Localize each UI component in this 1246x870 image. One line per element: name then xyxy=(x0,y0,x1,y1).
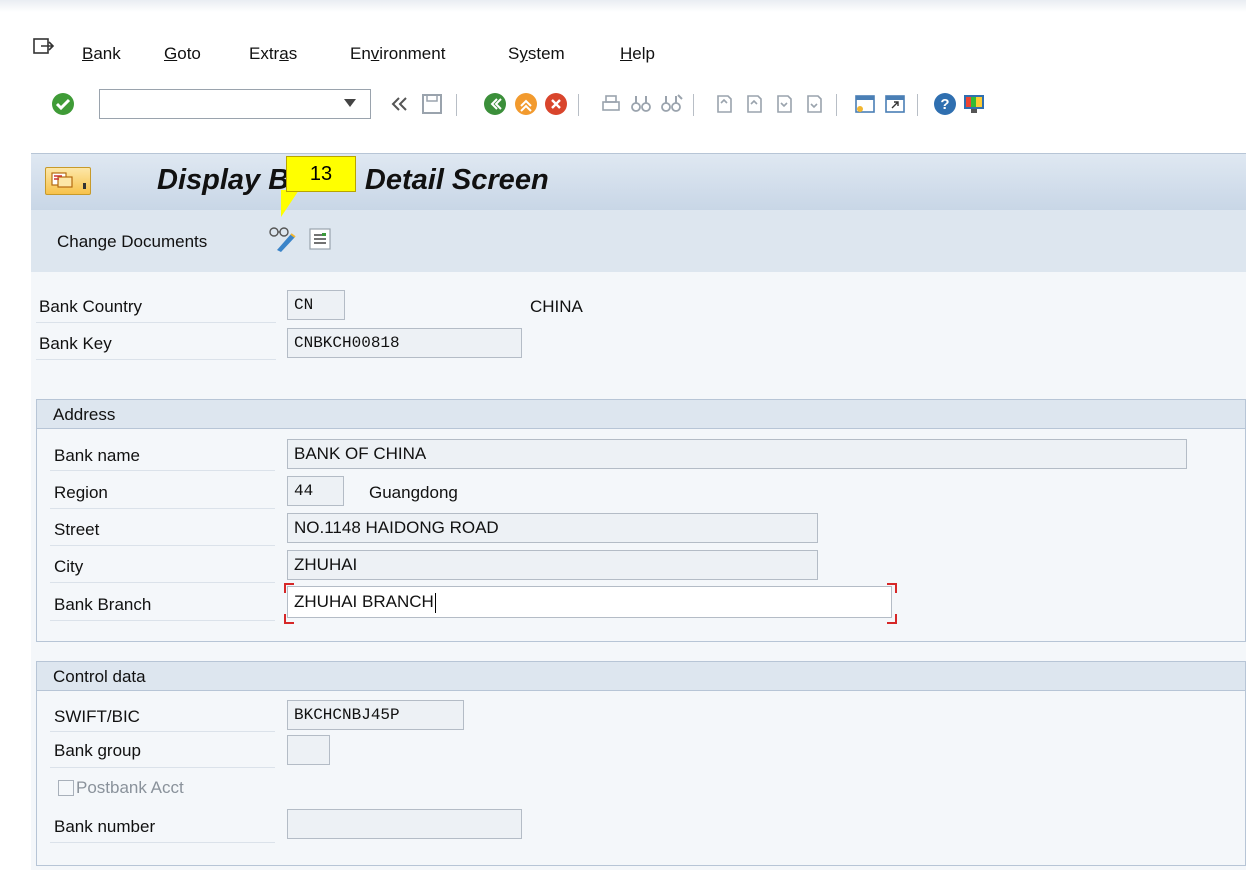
postbank-acct-label: Postbank Acct xyxy=(76,778,184,797)
command-field[interactable] xyxy=(99,89,371,119)
save-icon[interactable] xyxy=(419,91,445,117)
bank-branch-label: Bank Branch xyxy=(54,595,152,614)
bank-name-field[interactable]: BANK OF CHINA xyxy=(287,439,1187,469)
row-divider xyxy=(36,359,276,360)
text-cursor xyxy=(434,592,436,613)
command-dropdown-icon[interactable] xyxy=(344,99,356,107)
bank-branch-field[interactable]: ZHUHAI BRANCH xyxy=(287,586,892,618)
find-next-icon[interactable] xyxy=(658,91,684,117)
svg-text:?: ? xyxy=(940,96,949,113)
row-divider xyxy=(50,620,275,621)
chevron-down-icon xyxy=(83,183,86,189)
step-callout: 13 xyxy=(286,156,356,192)
row-divider xyxy=(50,508,275,509)
cancel-icon[interactable] xyxy=(543,91,569,117)
swift-bic-label: SWIFT/BIC xyxy=(54,707,140,726)
control-data-title: Control data xyxy=(53,667,146,686)
control-data-header: Control data xyxy=(37,662,1245,691)
callout-pointer xyxy=(281,190,299,217)
bank-branch-value: ZHUHAI BRANCH xyxy=(294,592,434,611)
postbank-acct-checkbox[interactable] xyxy=(58,780,74,796)
separator xyxy=(917,94,918,116)
menu-extras[interactable]: Extras xyxy=(249,44,297,64)
find-icon[interactable] xyxy=(628,91,654,117)
menu-bank[interactable]: Bank xyxy=(82,44,121,64)
bank-group-field[interactable] xyxy=(287,735,330,765)
region-field[interactable]: 44 xyxy=(287,476,344,506)
change-documents-button[interactable]: Change Documents xyxy=(57,232,207,252)
menu-bar: Bank Goto Extras Environment System Help xyxy=(0,30,1246,66)
region-name: Guangdong xyxy=(369,483,458,502)
row-divider xyxy=(36,322,276,323)
details-list-icon[interactable] xyxy=(308,228,332,250)
bank-number-field[interactable] xyxy=(287,809,522,839)
street-label: Street xyxy=(54,520,100,539)
focus-corner xyxy=(284,614,294,624)
control-data-group: Control data xyxy=(36,661,1246,866)
next-page-icon[interactable] xyxy=(771,91,797,117)
top-edge xyxy=(0,0,1246,12)
row-divider xyxy=(50,767,275,768)
application-toolbar: Change Documents xyxy=(31,210,1246,273)
region-label: Region xyxy=(54,483,108,502)
separator xyxy=(693,94,694,116)
street-field[interactable]: NO.1148 HAIDONG ROAD xyxy=(287,513,818,543)
exit-icon[interactable] xyxy=(513,91,539,117)
title-bar: Display Bank : Detail Screen xyxy=(31,153,1246,211)
bank-key-field[interactable]: CNBKCH00818 xyxy=(287,328,522,358)
focus-corner xyxy=(284,583,294,593)
shortcut-icon[interactable] xyxy=(882,91,908,117)
bank-number-label: Bank number xyxy=(54,817,156,836)
row-divider xyxy=(50,545,275,546)
row-divider xyxy=(50,842,275,843)
separator xyxy=(836,94,837,116)
bank-country-field[interactable]: CN xyxy=(287,290,345,320)
last-page-icon[interactable] xyxy=(801,91,827,117)
menu-help[interactable]: Help xyxy=(620,44,655,64)
menu-system[interactable]: System xyxy=(508,44,565,64)
row-divider xyxy=(50,731,275,732)
display-change-icon[interactable] xyxy=(265,224,299,254)
menu-exit-icon[interactable] xyxy=(33,37,55,57)
bank-group-label: Bank group xyxy=(54,741,141,760)
menu-environment[interactable]: Environment xyxy=(350,44,445,64)
bank-country-name: CHINA xyxy=(530,297,583,316)
collapse-icon[interactable] xyxy=(387,91,413,117)
first-page-icon[interactable] xyxy=(711,91,737,117)
separator xyxy=(456,94,457,116)
row-divider xyxy=(50,582,275,583)
bank-country-label: Bank Country xyxy=(39,297,142,316)
print-icon[interactable] xyxy=(598,91,624,117)
standard-toolbar: ? xyxy=(0,88,1246,128)
menu-screen-button[interactable] xyxy=(45,167,91,195)
help-icon[interactable]: ? xyxy=(932,91,958,117)
menu-goto[interactable]: Goto xyxy=(164,44,201,64)
row-divider xyxy=(50,470,275,471)
customize-layout-icon[interactable] xyxy=(961,91,987,117)
screen-menu-icon xyxy=(51,172,73,188)
focus-corner xyxy=(887,583,897,593)
city-field[interactable]: ZHUHAI xyxy=(287,550,818,580)
swift-bic-field[interactable]: BKCHCNBJ45P xyxy=(287,700,464,730)
focus-corner xyxy=(887,614,897,624)
new-session-icon[interactable] xyxy=(852,91,878,117)
previous-page-icon[interactable] xyxy=(741,91,767,117)
address-group-header: Address xyxy=(37,400,1245,429)
separator xyxy=(578,94,579,116)
back-icon[interactable] xyxy=(482,91,508,117)
bank-key-label: Bank Key xyxy=(39,334,112,353)
bank-name-label: Bank name xyxy=(54,446,140,465)
enter-check-icon[interactable] xyxy=(50,91,76,117)
address-group-title: Address xyxy=(53,405,116,424)
city-label: City xyxy=(54,557,84,576)
